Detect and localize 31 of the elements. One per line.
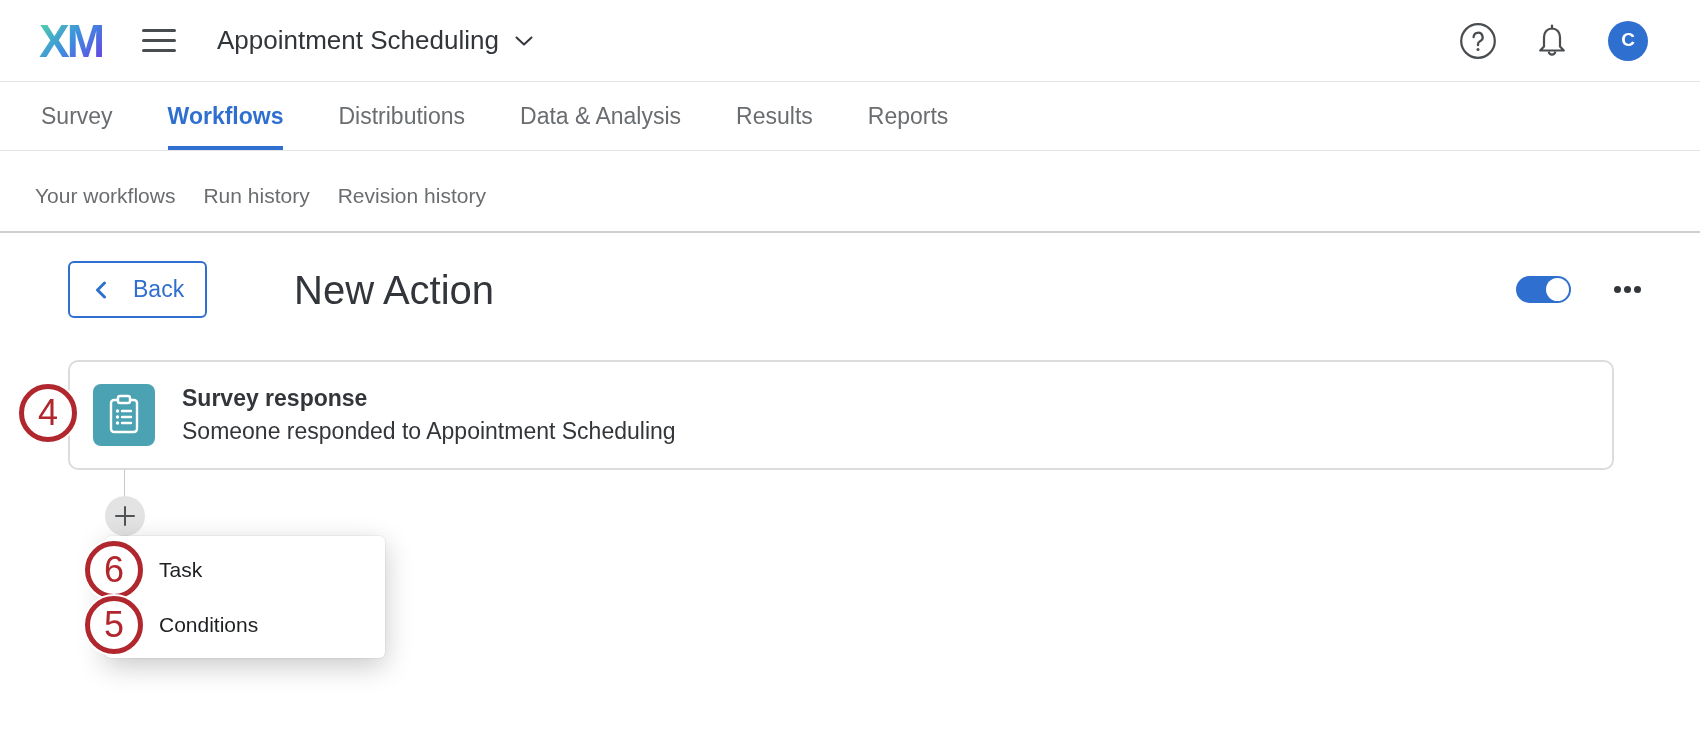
- bell-icon[interactable]: [1537, 24, 1567, 57]
- help-icon[interactable]: [1460, 22, 1496, 59]
- chevron-down-icon: [514, 35, 533, 46]
- page-title: New Action: [294, 266, 495, 313]
- menu-item[interactable]: Task: [147, 542, 385, 597]
- sub-nav-link[interactable]: Run history: [203, 180, 310, 212]
- back-button[interactable]: Back: [68, 261, 207, 318]
- step-number-callout: 4: [19, 384, 77, 442]
- project-selector[interactable]: Appointment Scheduling: [217, 21, 533, 60]
- add-step-button[interactable]: [105, 496, 145, 536]
- plus-icon: [115, 506, 135, 526]
- enabled-toggle[interactable]: [1516, 276, 1571, 303]
- chevron-left-icon: [95, 280, 107, 299]
- clipboard-icon: [93, 384, 155, 446]
- nav-tab[interactable]: Distributions: [338, 82, 465, 150]
- step-number-callout: 5: [85, 596, 143, 654]
- nav-tab[interactable]: Workflows: [167, 82, 284, 150]
- sub-nav-link[interactable]: Revision history: [337, 180, 486, 212]
- nav-tab[interactable]: Reports: [867, 82, 949, 150]
- card-description: Someone responded to Appointment Scheduling: [182, 417, 676, 446]
- trigger-card[interactable]: Survey response Someone responded to Appointment Scheduling: [68, 360, 1614, 470]
- menu-item[interactable]: Conditions: [147, 597, 385, 652]
- nav-tab[interactable]: Results: [736, 82, 813, 150]
- card-title: Survey response: [182, 384, 369, 413]
- nav-tab[interactable]: Survey: [41, 82, 113, 150]
- more-options-icon[interactable]: [1614, 286, 1641, 293]
- connector-line: [124, 470, 125, 496]
- sub-nav-link[interactable]: Your workflows: [35, 180, 176, 212]
- menu-icon[interactable]: [142, 29, 176, 52]
- user-avatar[interactable]: C: [1608, 20, 1648, 61]
- nav-tab[interactable]: Data & Analysis: [520, 82, 682, 150]
